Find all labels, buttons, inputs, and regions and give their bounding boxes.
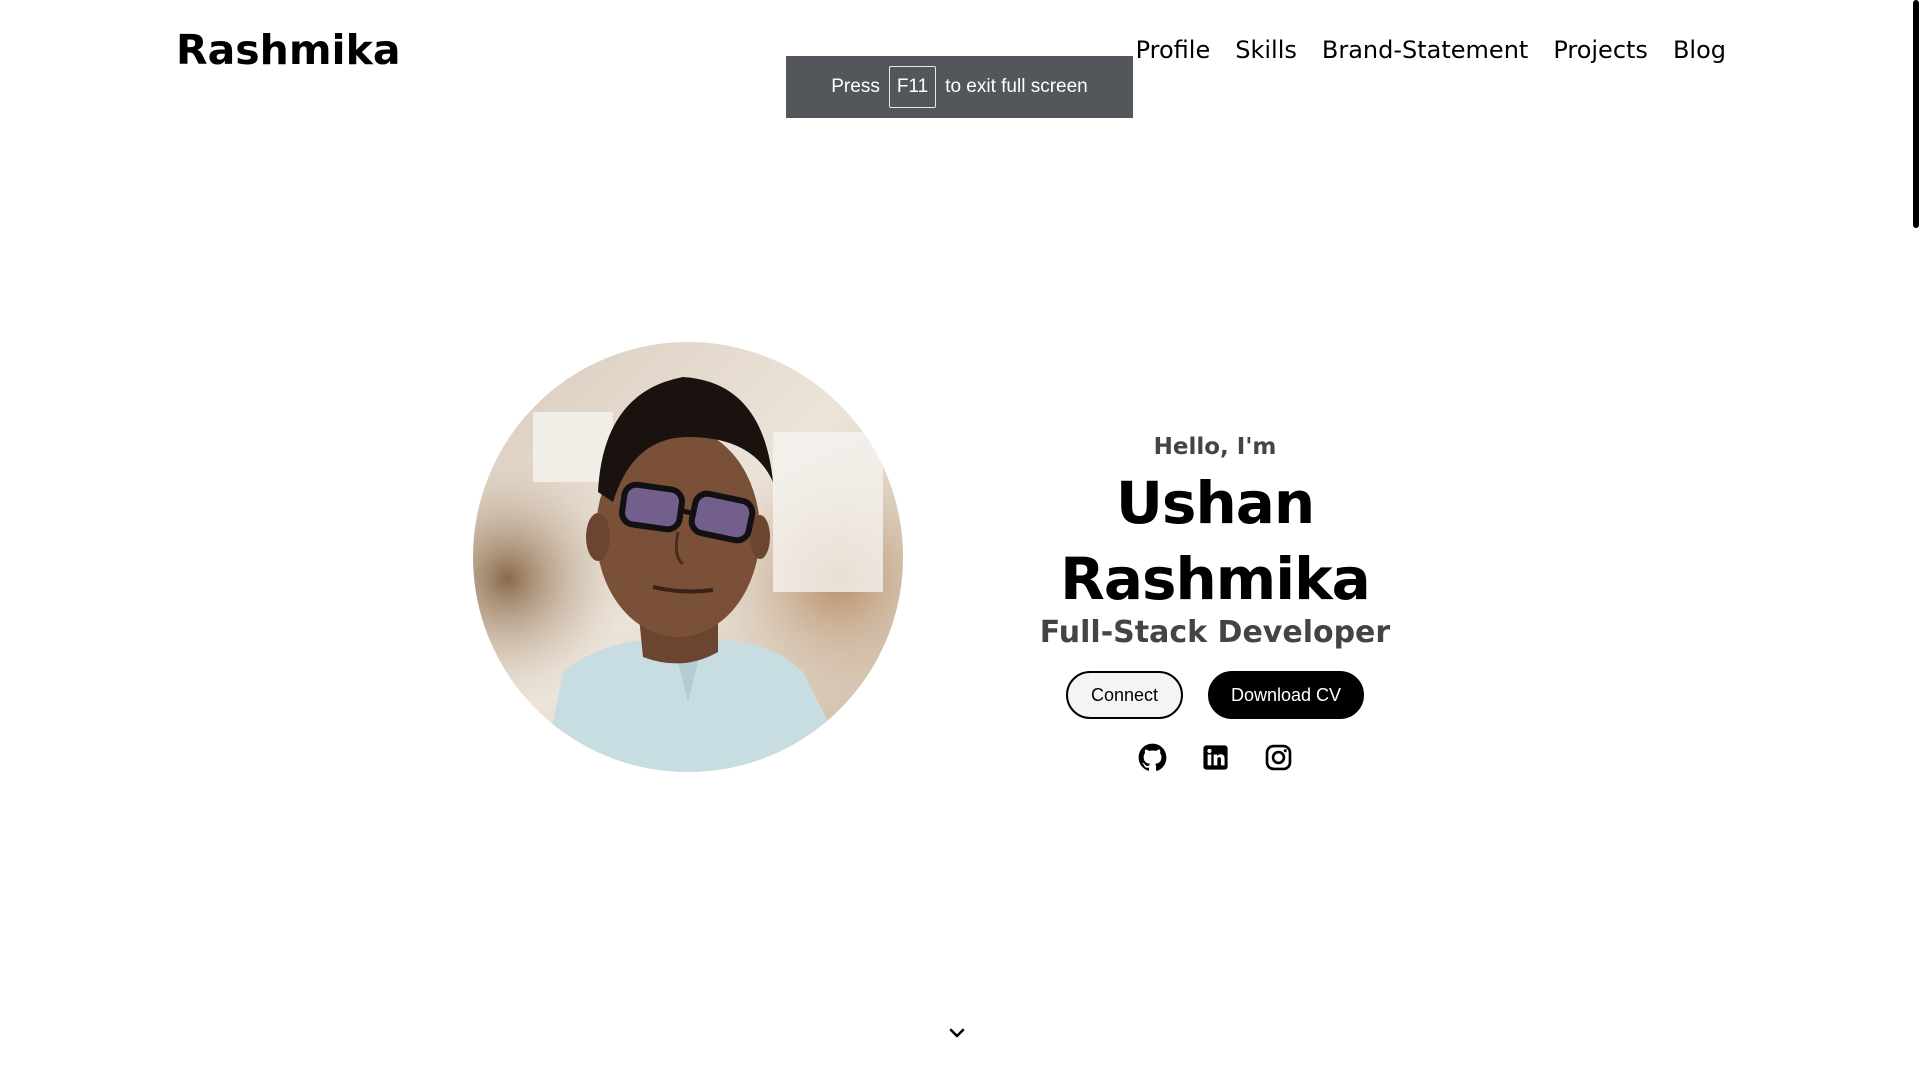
github-icon[interactable] [1138,743,1167,772]
toast-prefix: Press [831,76,880,97]
page: Rashmika Profile Skills Brand-Statement … [0,0,1919,1079]
profile-avatar [473,342,903,772]
nav-item-brand-statement[interactable]: Brand-Statement [1322,30,1528,70]
fullscreen-toast: Press F11 to exit full screen [786,56,1133,118]
toast-key: F11 [888,66,937,108]
scroll-down-chevron-icon[interactable] [948,1025,966,1039]
download-cv-button[interactable]: Download CV [1208,671,1364,719]
main-nav: Profile Skills Brand-Statement Projects … [1136,30,1726,70]
nav-item-skills[interactable]: Skills [1235,30,1297,70]
connect-button[interactable]: Connect [1066,671,1183,719]
hero-intro: Hello, I'm Ushan Rashmika Full-Stack Dev… [960,430,1470,772]
profile-photo [473,342,903,772]
site-logo[interactable]: Rashmika [176,24,401,76]
instagram-icon[interactable] [1264,743,1293,772]
nav-item-blog[interactable]: Blog [1673,30,1726,70]
page-scrollbar[interactable] [1913,0,1919,1079]
hero-name: Ushan Rashmika [1060,469,1371,613]
toast-suffix: to exit full screen [945,76,1088,97]
hero-greeting: Hello, I'm [1153,434,1277,460]
hero-role: Full-Stack Developer [1039,615,1391,650]
social-links [960,743,1470,772]
nav-item-profile[interactable]: Profile [1136,30,1211,70]
hero-buttons: Connect Download CV [960,671,1470,719]
nav-item-projects[interactable]: Projects [1553,30,1648,70]
scrollbar-thumb[interactable] [1913,0,1919,228]
linkedin-icon[interactable] [1201,743,1230,772]
